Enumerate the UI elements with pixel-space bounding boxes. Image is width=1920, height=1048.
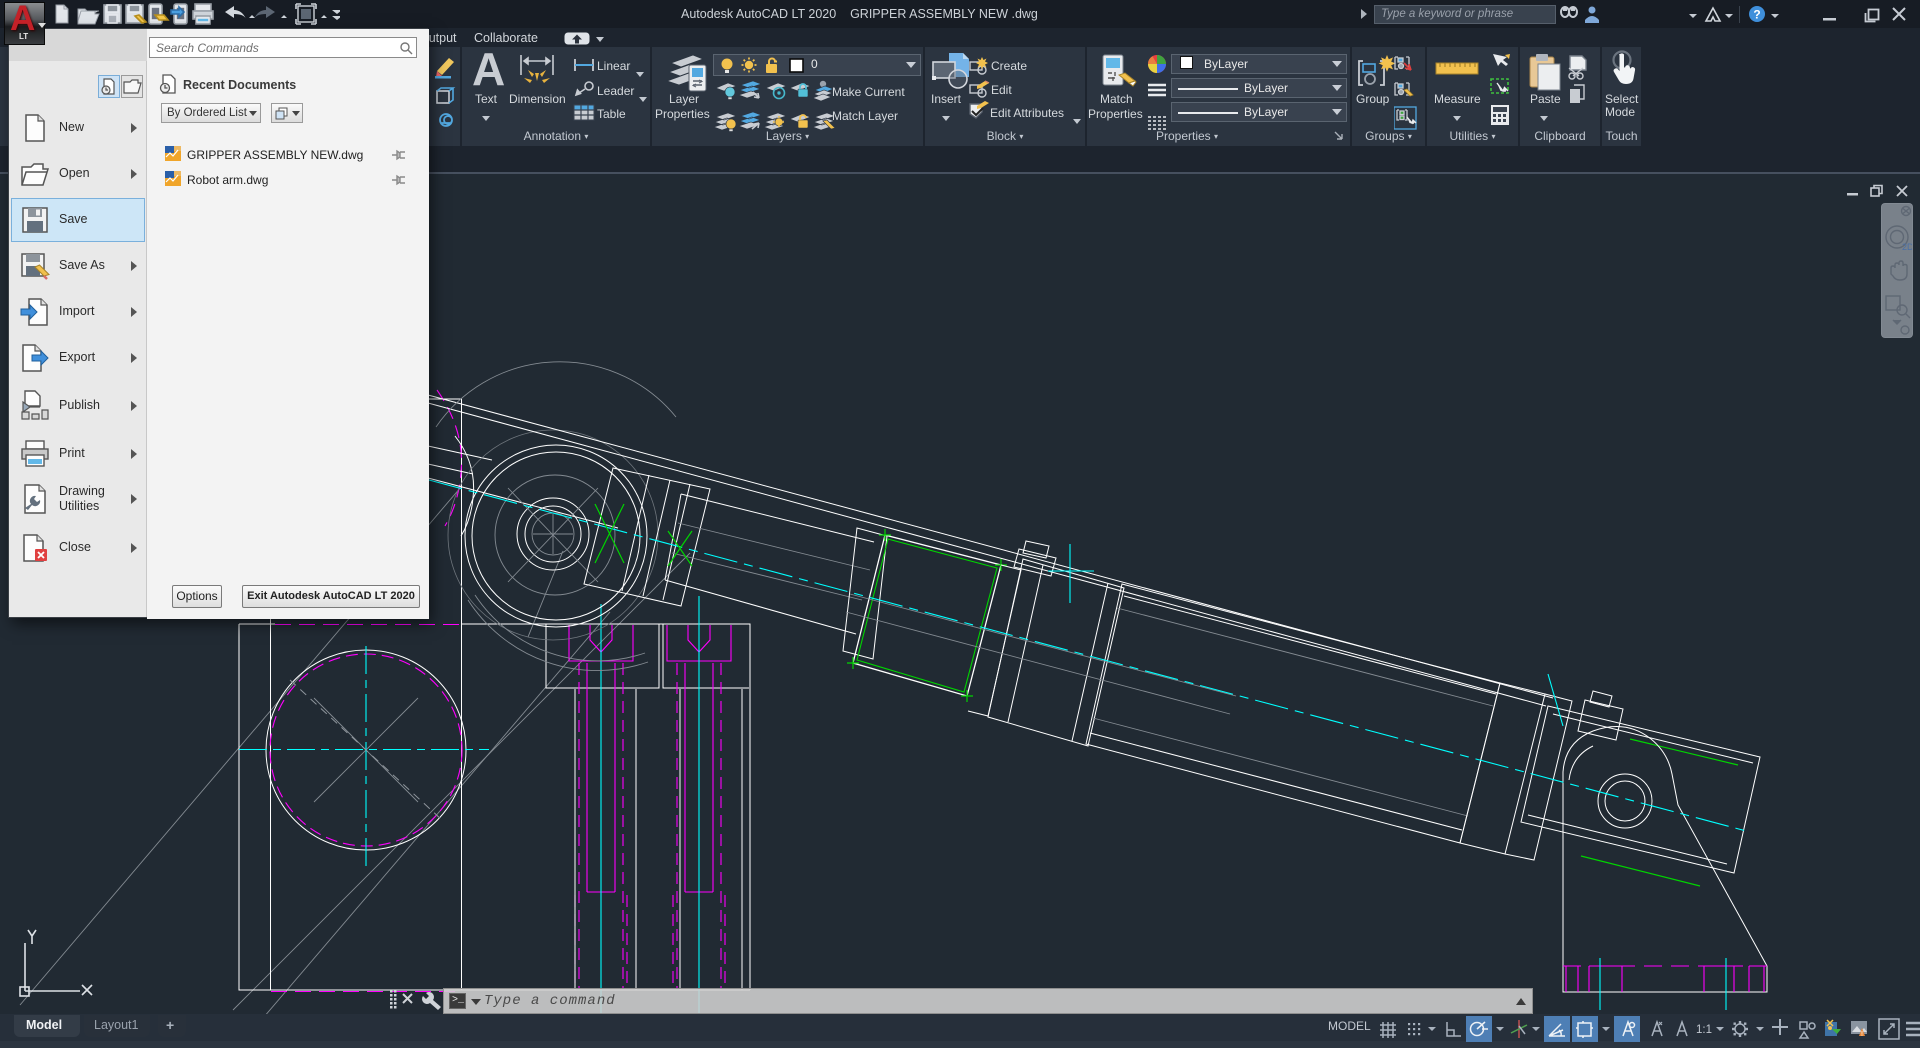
svg-text:1:1: 1:1 (1696, 1024, 1712, 1036)
svg-text:?: ? (1753, 8, 1760, 22)
svg-text:2D: 2D (1902, 242, 1912, 252)
svg-text:!: ! (1861, 1031, 1863, 1038)
